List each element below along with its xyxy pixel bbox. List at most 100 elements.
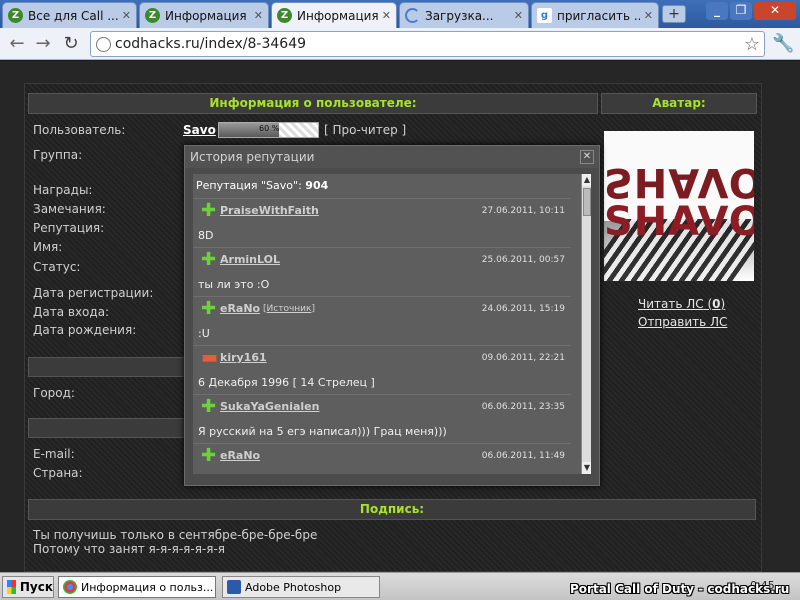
minimize-icon[interactable]: _ xyxy=(706,2,728,20)
entry-user-link[interactable]: SukaYaGenialen xyxy=(220,400,319,413)
tab-title: Информация ... xyxy=(297,8,378,23)
dialog-title: История репутации xyxy=(185,146,599,168)
star-icon[interactable]: ☆ xyxy=(744,34,760,55)
entry-user-link[interactable]: kiry161 xyxy=(220,351,267,364)
browser-toolbar: ← → ↻ codhacks.ru/index/8-34649 ☆ 🔧 xyxy=(0,28,800,60)
plus-icon: ✚ xyxy=(201,396,217,417)
tab-3-active[interactable]: Z Информация ... ✕ xyxy=(271,2,397,28)
globe-icon xyxy=(96,37,111,52)
scroll-up-icon[interactable]: ▲ xyxy=(582,174,591,186)
send-pm-link[interactable]: Отправить ЛС xyxy=(638,315,727,329)
login-label: Дата входа: xyxy=(33,305,110,319)
tab-title: Все для Call ... xyxy=(28,8,118,23)
close-icon[interactable]: ✕ xyxy=(580,150,594,164)
close-icon[interactable]: ✕ xyxy=(514,9,523,22)
entry-comment: Я русский на 5 егэ написал))) Грац меня)… xyxy=(198,425,447,438)
entry-user-link[interactable]: PraiseWithFaith xyxy=(220,204,319,217)
new-tab-button[interactable]: + xyxy=(662,5,686,23)
signature-line-2: Потому что занят я-я-я-я-я-я-я xyxy=(33,542,226,556)
close-icon[interactable]: ✕ xyxy=(254,9,263,22)
tab-title: Загрузка... xyxy=(425,8,494,23)
photoshop-icon xyxy=(227,580,241,594)
name-label: Имя: xyxy=(33,240,63,254)
entry-source-link[interactable]: [Источник] xyxy=(263,304,315,314)
loading-spinner-icon xyxy=(405,8,420,23)
warnings-label: Замечания: xyxy=(33,202,106,216)
close-icon[interactable]: ✕ xyxy=(382,9,391,22)
tab-5[interactable]: g пригласить ... ✕ xyxy=(531,2,659,28)
reputation-label: Репутация: xyxy=(33,221,105,235)
maximize-icon[interactable]: ❐ xyxy=(730,2,752,20)
signature-line-1: Ты получишь только в сентябре-бре-бре-бр… xyxy=(33,528,318,542)
entry-user-link[interactable]: ArminLOL xyxy=(220,253,280,266)
tab-4[interactable]: Загрузка... ✕ xyxy=(399,2,529,28)
plus-icon: ✚ xyxy=(201,249,217,270)
dialog-scrollbar[interactable]: ▲ ▼ xyxy=(581,174,591,474)
entry-comment: 6 Декабря 1996 [ 14 Стрелец ] xyxy=(198,376,375,389)
avatar-image: SHAVO SHAVO xyxy=(604,131,754,281)
close-icon[interactable]: ✕ xyxy=(644,9,653,22)
entry-date: 06.06.2011, 23:35 xyxy=(481,402,565,412)
status-label: Статус: xyxy=(33,260,81,274)
entry-date: 25.06.2011, 00:57 xyxy=(481,255,565,265)
username-link[interactable]: Savo xyxy=(183,123,216,137)
reputation-entry: ✚ PraiseWithFaith 27.06.2011, 10:11 8D xyxy=(193,198,571,246)
entry-date: 24.06.2011, 15:19 xyxy=(481,304,565,314)
reputation-bar: 60 % xyxy=(218,122,319,138)
username-label: Пользователь: xyxy=(33,123,126,137)
scroll-down-icon[interactable]: ▼ xyxy=(582,462,591,474)
start-button[interactable]: Пуск xyxy=(2,576,54,598)
tab-2[interactable]: Z Информация ... ✕ xyxy=(139,2,269,28)
plus-icon: ✚ xyxy=(201,298,217,319)
registered-label: Дата регистрации: xyxy=(33,286,154,300)
entry-date: 09.06.2011, 22:21 xyxy=(481,353,565,363)
close-window-icon[interactable]: ✕ xyxy=(754,2,796,20)
entry-date: 06.06.2011, 11:49 xyxy=(481,451,565,461)
site-favicon-icon: Z xyxy=(8,8,23,23)
watermark-text: Portal Call of Duty - codhacks.ru xyxy=(570,582,790,596)
url-text: codhacks.ru/index/8-34649 xyxy=(115,36,307,52)
reputation-entry: ✚ eRaNo [Источник] 24.06.2011, 15:19 :U xyxy=(193,296,571,344)
read-pm-link[interactable]: Читать ЛС (0) xyxy=(638,297,725,311)
address-bar[interactable]: codhacks.ru/index/8-34649 ☆ xyxy=(90,31,765,57)
entry-user-link[interactable]: eRaNo xyxy=(220,302,260,315)
reputation-bar-text: 60 % xyxy=(259,124,280,133)
minus-icon: ▬ xyxy=(201,347,219,368)
awards-label: Награды: xyxy=(33,183,93,197)
signature-header: Подпись: xyxy=(28,499,756,520)
scroll-thumb[interactable] xyxy=(583,188,591,216)
plus-icon: ✚ xyxy=(201,445,217,466)
wrench-icon[interactable]: 🔧 xyxy=(772,33,794,55)
rank-text: [ Про-читер ] xyxy=(324,123,407,137)
email-label: E-mail: xyxy=(33,447,75,461)
taskbar-item-browser[interactable]: Информация о польз... xyxy=(58,576,216,598)
entry-comment: ты ли это :O xyxy=(198,278,270,291)
reputation-entry: ✚ eRaNo 06.06.2011, 11:49 xyxy=(193,443,571,474)
tab-1[interactable]: Z Все для Call ... ✕ xyxy=(2,2,137,28)
plus-icon: ✚ xyxy=(201,200,217,221)
chrome-icon xyxy=(63,580,77,594)
reputation-entry: ✚ ArminLOL 25.06.2011, 00:57 ты ли это :… xyxy=(193,247,571,295)
reload-icon[interactable]: ↻ xyxy=(60,33,82,55)
tab-title: Информация ... xyxy=(165,8,250,23)
info-header: Информация о пользователе: xyxy=(28,93,598,114)
back-arrow-icon[interactable]: ← xyxy=(6,33,28,55)
avatar-header: Аватар: xyxy=(601,93,757,114)
reputation-list: Репутация "Savo": 904 ✚ PraiseWithFaith … xyxy=(193,174,591,474)
site-favicon-icon: Z xyxy=(277,8,292,23)
country-label: Страна: xyxy=(33,466,83,480)
close-icon[interactable]: ✕ xyxy=(122,9,131,22)
birthday-label: Дата рождения: xyxy=(33,323,137,337)
browser-tab-bar: Z Все для Call ... ✕ Z Информация ... ✕ … xyxy=(0,0,800,28)
reputation-entry: ✚ SukaYaGenialen 06.06.2011, 23:35 Я рус… xyxy=(193,394,571,442)
reputation-history-dialog: История репутации ✕ Репутация "Savo": 90… xyxy=(184,145,600,486)
site-favicon-icon: Z xyxy=(145,8,160,23)
tab-title: пригласить ... xyxy=(557,8,640,23)
taskbar-item-photoshop[interactable]: Adobe Photoshop xyxy=(222,576,380,598)
group-label: Группа: xyxy=(33,148,83,162)
forward-arrow-icon[interactable]: → xyxy=(32,33,54,55)
entry-comment: 8D xyxy=(198,229,214,242)
reputation-entry: ▬ kiry161 09.06.2011, 22:21 6 Декабря 19… xyxy=(193,345,571,393)
windows-logo-icon xyxy=(7,580,16,594)
entry-user-link[interactable]: eRaNo xyxy=(220,449,260,462)
